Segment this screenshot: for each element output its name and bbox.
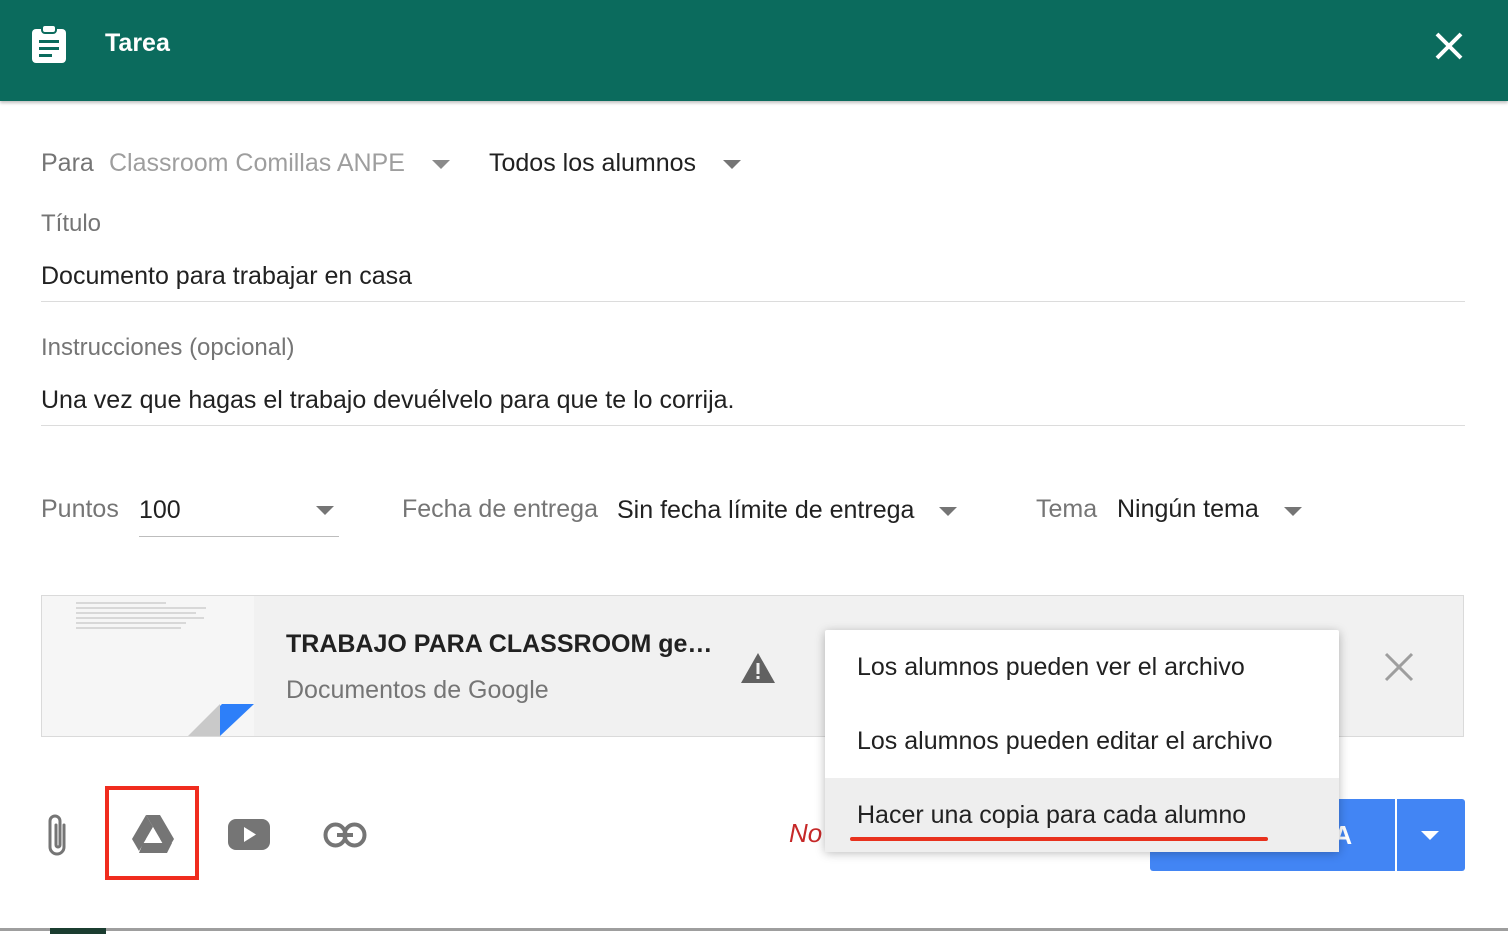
topic-selector[interactable]: Ningún tema <box>1117 495 1259 524</box>
chevron-down-icon[interactable] <box>432 160 450 169</box>
due-date-label: Fecha de entrega <box>402 495 598 523</box>
bottom-divider <box>0 928 1508 931</box>
instructions-input[interactable]: Una vez que hagas el trabajo devuélvelo … <box>41 386 735 415</box>
youtube-icon[interactable] <box>228 819 270 850</box>
attachment-type: Documentos de Google <box>286 676 549 704</box>
error-text: No <box>789 818 823 848</box>
share-options-menu: Los alumnos pueden ver el archivo Los al… <box>825 630 1339 852</box>
chevron-down-icon[interactable] <box>1284 507 1302 516</box>
menu-item-view[interactable]: Los alumnos pueden ver el archivo <box>825 630 1339 704</box>
topic-label: Tema <box>1036 495 1098 523</box>
dialog-header: Tarea <box>0 0 1508 101</box>
chevron-down-icon[interactable] <box>316 506 334 515</box>
paperclip-icon[interactable] <box>42 811 72 859</box>
chevron-down-icon <box>1421 831 1439 840</box>
assign-options-button[interactable] <box>1397 799 1465 871</box>
title-input[interactable]: Documento para trabajar en casa <box>41 262 412 291</box>
chevron-down-icon[interactable] <box>723 160 741 169</box>
chevron-down-icon[interactable] <box>939 507 957 516</box>
close-icon[interactable] <box>1429 26 1469 66</box>
next-item-peek <box>50 928 106 934</box>
instructions-underline <box>41 425 1465 426</box>
dialog-title: Tarea <box>105 29 170 57</box>
title-underline <box>41 301 1465 302</box>
drive-icon[interactable] <box>131 814 175 854</box>
remove-attachment-icon[interactable] <box>1384 652 1414 682</box>
instructions-label: Instrucciones (opcional) <box>41 334 295 361</box>
menu-item-edit[interactable]: Los alumnos pueden editar el archivo <box>825 704 1339 778</box>
warning-icon <box>741 653 775 683</box>
students-selector[interactable]: Todos los alumnos <box>489 149 696 178</box>
class-selector[interactable]: Classroom Comillas ANPE <box>109 149 405 178</box>
clipboard-icon <box>32 24 66 63</box>
document-thumbnail <box>42 596 254 736</box>
points-label: Puntos <box>41 495 119 523</box>
link-icon[interactable] <box>323 821 367 849</box>
points-underline <box>139 536 339 537</box>
para-label: Para <box>41 149 94 177</box>
due-date-selector[interactable]: Sin fecha límite de entrega <box>617 496 914 525</box>
attachment-title: TRABAJO PARA CLASSROOM ge… <box>286 630 713 658</box>
points-input[interactable]: 100 <box>139 496 181 525</box>
highlight-underline <box>850 837 1268 841</box>
title-label: Título <box>41 210 102 237</box>
docs-corner-icon <box>188 704 254 736</box>
